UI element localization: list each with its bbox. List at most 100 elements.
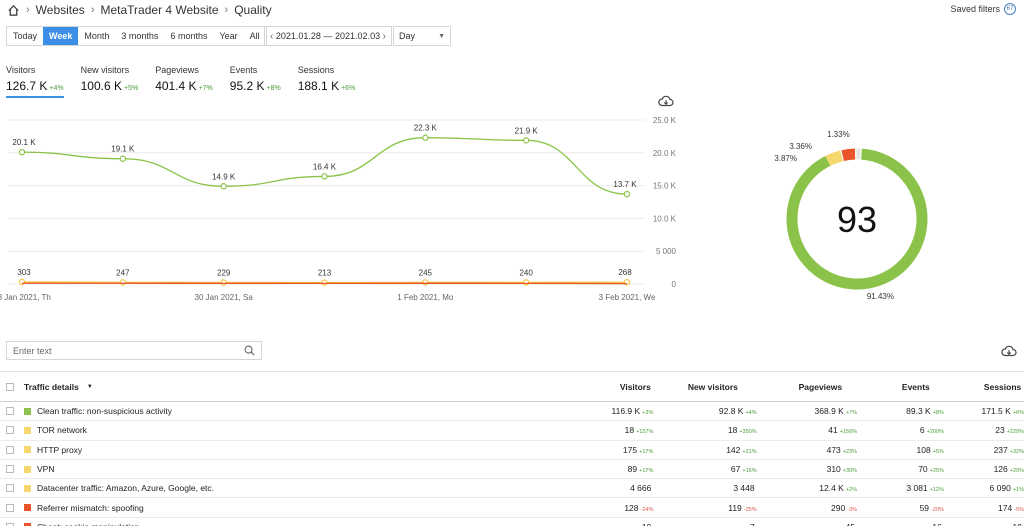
search-icon[interactable] <box>244 345 255 356</box>
table-cell: 16 <box>857 522 944 526</box>
table-cell: 368.9 K +7% <box>757 406 857 416</box>
cell-change: +5% <box>932 448 944 455</box>
chevron-right-icon[interactable]: › <box>383 31 386 42</box>
row-checkbox[interactable] <box>6 426 14 435</box>
cloud-download-icon[interactable] <box>1001 345 1017 357</box>
search-box <box>6 341 262 360</box>
select-all-checkbox[interactable] <box>6 382 14 391</box>
table-row[interactable]: HTTP proxy 175 +17% 142 +21% 473 +23% 108 +5% 237… <box>0 441 1024 460</box>
chevron-left-icon[interactable]: ‹ <box>270 31 273 42</box>
column-header[interactable]: Pageviews <box>754 382 855 392</box>
period-week[interactable]: Week <box>43 27 79 45</box>
table-cell: 23 +229% <box>944 425 1024 435</box>
cell-value: 23 <box>995 425 1005 436</box>
saved-filters-label: Saved filters <box>950 4 1000 14</box>
data-label: 247 <box>116 268 130 277</box>
data-point <box>623 190 631 198</box>
date-range-picker[interactable]: ‹ 2021.01.28 — 2021.02.03 › <box>264 26 392 46</box>
cell-value: 119 <box>728 502 742 513</box>
granularity-value: Day <box>399 31 416 41</box>
traffic-table: Traffic details ▼ Visitors New visitors Page… <box>0 371 1024 526</box>
cell-value: 6 090 <box>989 483 1011 494</box>
table-row[interactable]: VPN 89 +17% 67 +16% 310 +30% 70 +25% 126 +29% <box>0 460 1024 480</box>
cell-change: +200% <box>926 429 944 436</box>
row-checkbox[interactable] <box>6 503 14 512</box>
cell-value: 3 081 <box>906 483 928 494</box>
data-point <box>220 183 227 190</box>
table-cell: 41 +156% <box>757 425 857 435</box>
data-point <box>321 173 328 180</box>
metric-label: Sessions <box>297 65 335 75</box>
traffic-type-label: TOR network <box>37 425 87 436</box>
cell-change: +6% <box>1012 410 1024 417</box>
traffic-type: Cheat: cookie manipulation <box>24 522 572 526</box>
home-icon[interactable] <box>7 4 20 17</box>
row-checkbox[interactable] <box>6 484 14 493</box>
y-tick-label: 0 <box>672 280 677 289</box>
metric-value: 401.4 K <box>155 79 197 93</box>
cell-change: -24% <box>640 506 654 513</box>
data-point <box>119 279 127 286</box>
period-3-months[interactable]: 3 months <box>115 27 164 45</box>
cell-change: +350% <box>739 429 757 436</box>
period-month[interactable]: Month <box>78 27 115 45</box>
table-row[interactable]: TOR network 18 +157% 18 +350% 41 +156% 6 +200% 23… <box>0 421 1024 441</box>
table-cell: 67 +16% <box>653 464 757 474</box>
cell-value: 10 <box>642 522 651 526</box>
metric-label: Pageviews <box>155 65 199 75</box>
search-input[interactable] <box>13 345 244 356</box>
table-row[interactable]: Referrer mismatch: spoofing 128 -24% 119 -25… <box>0 498 1024 518</box>
cell-value: 45 <box>846 522 855 526</box>
period-today[interactable]: Today <box>7 27 43 45</box>
breadcrumb-item[interactable]: Websites <box>36 3 85 17</box>
period-all[interactable]: All <box>244 27 266 45</box>
donut-segment-label: 3.36% <box>789 142 812 151</box>
x-tick-label: 30 Jan 2021, Sa <box>195 293 254 302</box>
y-tick-label: 15.0 K <box>653 182 677 191</box>
period-6-months[interactable]: 6 months <box>164 27 213 45</box>
row-checkbox[interactable] <box>6 407 14 416</box>
breadcrumb-item-current: Quality <box>234 3 272 17</box>
column-header[interactable]: New visitors <box>650 382 754 392</box>
cell-change: +229% <box>1006 429 1024 436</box>
date-start: 2021.01.28 <box>275 31 321 41</box>
column-header[interactable]: Events <box>855 382 943 392</box>
y-tick-label: 25.0 K <box>653 116 677 125</box>
row-checkbox[interactable] <box>6 445 14 454</box>
cell-value: 116.9 K <box>611 406 641 417</box>
period-year[interactable]: Year <box>213 27 243 45</box>
traffic-type-label: Referrer mismatch: spoofing <box>37 502 144 513</box>
cell-change: +30% <box>842 468 858 475</box>
traffic-type-label: Datacenter traffic: Amazon, Azure, Googl… <box>37 483 215 494</box>
date-end: 2021.02.03 <box>335 31 381 41</box>
metric-label: Events <box>229 65 258 75</box>
cell-value: 290 <box>831 502 846 513</box>
data-point <box>321 279 328 286</box>
cell-change: +17% <box>639 448 654 455</box>
data-label: 21.9 K <box>515 126 539 135</box>
metric-change: +5% <box>123 85 139 92</box>
cell-change: +23% <box>842 448 858 455</box>
table-cell: 126 +29% <box>944 464 1024 474</box>
cell-value: 310 <box>826 464 841 475</box>
table-cell: 128 -24% <box>572 503 653 513</box>
cell-value: 18 <box>727 425 738 436</box>
granularity-select[interactable]: Day ▼ <box>393 26 451 46</box>
column-header[interactable]: Sessions <box>943 382 1024 392</box>
cell-value: 108 <box>916 444 931 455</box>
table-row[interactable]: Cheat: cookie manipulation 10 7 45 16 19 <box>0 518 1024 526</box>
table-cell: 18 +350% <box>653 425 757 436</box>
data-label: 16.4 K <box>313 162 337 171</box>
table-row[interactable]: Datacenter traffic: Amazon, Azure, Googl… <box>0 479 1024 499</box>
row-checkbox[interactable] <box>6 465 14 474</box>
table-row[interactable]: Clean traffic: non-suspicious activity 11… <box>0 402 1024 422</box>
data-label: 229 <box>217 268 231 277</box>
table-cell: 310 +30% <box>757 464 857 474</box>
cell-change: +29% <box>1009 468 1024 475</box>
column-header[interactable]: Visitors <box>566 382 651 392</box>
metric-value: 95.2 K <box>229 79 265 93</box>
column-header-traffic-details[interactable]: Traffic details ▼ <box>24 382 566 392</box>
table-cell: 3 448 <box>653 483 756 493</box>
breadcrumb-item[interactable]: MetaTrader 4 Website <box>100 3 218 17</box>
saved-filters-button[interactable]: Saved filters 67 <box>950 3 1016 15</box>
